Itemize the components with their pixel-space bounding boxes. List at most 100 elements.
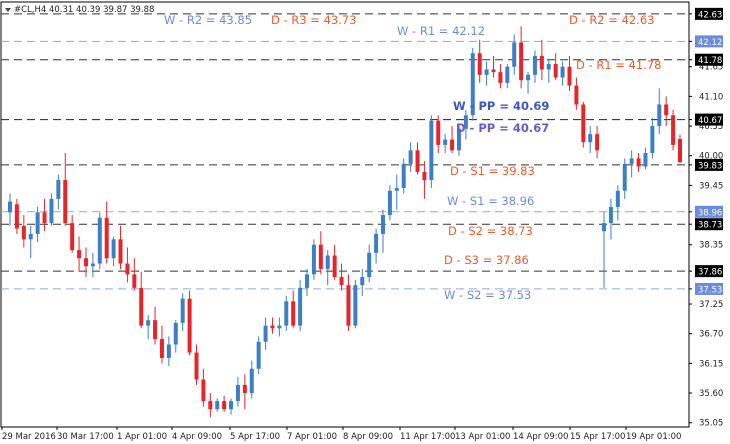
candle-body: [512, 42, 517, 67]
x-tick-label: 14 Apr 09:00: [513, 432, 568, 442]
candle-body: [132, 274, 137, 288]
candle-body: [491, 69, 496, 73]
candle-body: [650, 126, 655, 154]
level-label-d-r1: D - R1 = 41.78: [576, 58, 662, 72]
symbol-ohlc-header: #CL,H4 40.31 40.39 39.87 39.88: [14, 5, 154, 15]
candle-body: [608, 206, 613, 224]
candle-body: [242, 384, 247, 394]
candle-body: [153, 320, 158, 340]
level-label-w-s2: W - S2 = 37.53: [444, 288, 531, 302]
candle-body: [166, 344, 171, 358]
candle-body: [443, 139, 448, 145]
y-tick-label: 35.60: [699, 389, 723, 399]
candle-body: [63, 179, 68, 224]
level-label-w-s1: W - S1 = 38.96: [447, 194, 534, 208]
candle-body: [8, 201, 12, 213]
x-tick-label: 19 Apr 01:00: [626, 432, 681, 442]
candle-body: [194, 352, 199, 380]
candle-body: [235, 384, 240, 402]
candle-body: [671, 115, 676, 145]
candle-body: [539, 55, 544, 70]
level-label-d-s3: D - S3 = 37.86: [444, 253, 529, 267]
level-label-d-r2: D - R2 = 42.63: [569, 13, 655, 27]
price-tag-label: 37.53: [698, 285, 722, 295]
candle-body: [353, 285, 358, 326]
price-chart[interactable]: 42.6342.1241.7841.6541.1040.6740.5540.00…: [0, 0, 730, 444]
candle-body: [90, 263, 95, 267]
candle-body: [305, 274, 310, 288]
candle-body: [35, 212, 40, 234]
candle-body: [208, 401, 213, 410]
candle-body: [505, 66, 510, 83]
candle-body: [546, 64, 551, 70]
candle-body: [139, 287, 144, 326]
level-label-w-r2: W - R2 = 43.85: [164, 13, 252, 27]
candle-body: [532, 55, 537, 75]
candle-body: [629, 158, 634, 164]
candle-body: [346, 285, 351, 326]
candle-body: [97, 217, 102, 264]
chart-dropdown-arrow-icon[interactable]: [5, 8, 11, 12]
chart-canvas[interactable]: 42.6342.1241.7841.6541.1040.6740.5540.00…: [0, 0, 730, 444]
candle-body: [311, 244, 316, 275]
candle-body: [401, 163, 406, 189]
x-tick-label: 4 Apr 09:00: [172, 432, 222, 442]
x-tick-label: 8 Apr 09:00: [343, 432, 393, 442]
candle-body: [332, 255, 337, 278]
price-tag-label: 37.86: [698, 268, 722, 278]
candle-body: [657, 104, 662, 127]
candle-body: [28, 233, 33, 240]
x-tick-label: 11 Apr 17:00: [400, 432, 455, 442]
price-tag-label: 42.63: [698, 10, 722, 20]
candle-body: [70, 223, 75, 251]
candle-body: [222, 401, 227, 410]
candle-body: [263, 325, 268, 342]
candle-body: [394, 188, 399, 191]
candle-body: [49, 198, 54, 224]
candle-body: [249, 368, 254, 394]
candle-body: [387, 190, 392, 216]
x-tick-label: 15 Apr 17:00: [570, 432, 625, 442]
candle-body: [484, 69, 489, 75]
candle-body: [298, 287, 303, 326]
candle-body: [574, 85, 579, 105]
y-tick-label: 39.45: [699, 181, 723, 191]
level-label-d-s1: D - S1 = 39.83: [450, 164, 535, 178]
candle-body: [201, 379, 206, 402]
candle-body: [146, 320, 151, 326]
candle-body: [636, 158, 641, 167]
candle-body: [567, 66, 572, 86]
candle-body: [14, 204, 19, 229]
x-tick-label: 7 Apr 01:00: [287, 432, 337, 442]
candle-body: [408, 150, 413, 164]
candle-body: [380, 215, 385, 234]
y-tick-label: 36.15: [699, 359, 723, 369]
candle-body: [553, 64, 558, 78]
candle-body: [643, 153, 648, 167]
candle-body: [56, 179, 61, 199]
y-tick-label: 41.10: [699, 92, 723, 102]
candle-body: [436, 120, 441, 145]
candle-body: [664, 104, 669, 116]
candle-body: [581, 104, 586, 143]
candle-body: [339, 277, 344, 286]
level-label-d-r3: D - R3 = 43.73: [271, 13, 357, 27]
candle-body: [602, 223, 607, 232]
level-label-d-pp: D - PP = 40.67: [456, 121, 549, 135]
price-tag-label: 39.83: [698, 161, 722, 171]
price-tag-label: 40.67: [698, 116, 722, 126]
candle-body: [125, 263, 130, 275]
candle-body: [560, 66, 565, 78]
y-tick-label: 38.35: [699, 241, 723, 251]
candle-body: [159, 339, 164, 358]
y-tick-label: 36.70: [699, 330, 723, 340]
candle-body: [173, 322, 178, 345]
candle-body: [615, 190, 620, 207]
candle-body: [104, 217, 109, 259]
candle-body: [215, 401, 220, 410]
candle-body: [187, 298, 192, 353]
x-tick-label: 29 Mar 2016: [2, 432, 56, 442]
x-tick-label: 1 Apr 01:00: [117, 432, 167, 442]
candle-body: [284, 301, 289, 326]
x-tick-label: 13 Apr 01:00: [455, 432, 510, 442]
